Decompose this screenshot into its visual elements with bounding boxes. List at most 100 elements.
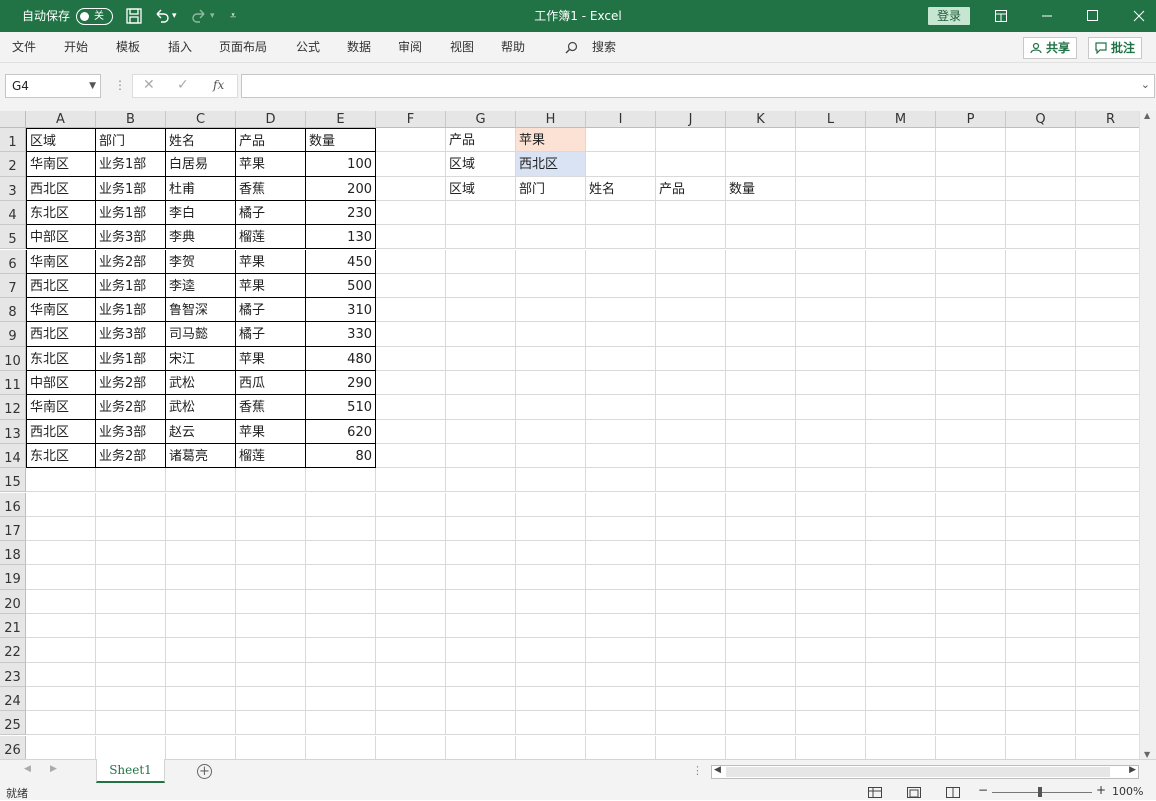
scroll-down-icon[interactable]: ▼: [1144, 750, 1150, 759]
row-header[interactable]: 20: [0, 589, 26, 614]
login-button[interactable]: 登录: [928, 7, 970, 25]
cell[interactable]: [586, 541, 656, 566]
cell[interactable]: [1006, 128, 1076, 153]
cell[interactable]: [96, 638, 166, 663]
cell[interactable]: [306, 638, 376, 663]
column-header[interactable]: E: [306, 111, 376, 128]
cell[interactable]: [516, 468, 586, 493]
cell[interactable]: [376, 249, 446, 274]
cell[interactable]: [376, 322, 446, 347]
cell[interactable]: [516, 541, 586, 566]
cell[interactable]: [166, 711, 236, 736]
cell[interactable]: [1006, 419, 1076, 444]
cell[interactable]: [96, 711, 166, 736]
cell[interactable]: [726, 443, 796, 469]
cell[interactable]: [936, 492, 1006, 517]
formula-input[interactable]: ⌄: [241, 74, 1155, 98]
result-header-cell[interactable]: 部门: [516, 176, 586, 201]
tab-data[interactable]: 数据: [347, 32, 371, 62]
cell[interactable]: [726, 565, 796, 590]
cell[interactable]: [446, 419, 516, 444]
cell[interactable]: [166, 541, 236, 566]
table-cell[interactable]: 480: [306, 346, 376, 371]
cell[interactable]: [1076, 177, 1139, 201]
cell[interactable]: [516, 249, 586, 274]
cell[interactable]: [516, 346, 586, 371]
split-handle-icon[interactable]: ⋮: [692, 764, 703, 777]
cell[interactable]: [166, 662, 236, 687]
cell[interactable]: [866, 128, 936, 153]
cell[interactable]: [586, 152, 656, 177]
cell[interactable]: [586, 492, 656, 517]
add-sheet-icon[interactable]: +: [197, 764, 212, 779]
cell[interactable]: [586, 686, 656, 712]
cell[interactable]: [1076, 274, 1139, 299]
cell[interactable]: [866, 735, 936, 759]
row-header[interactable]: 10: [0, 346, 26, 371]
table-cell[interactable]: 业务1部: [96, 200, 166, 226]
cell[interactable]: [1076, 468, 1139, 493]
cell[interactable]: [586, 249, 656, 274]
cell[interactable]: [1076, 250, 1139, 274]
cell[interactable]: [446, 492, 516, 517]
cell[interactable]: [1076, 541, 1139, 566]
cell[interactable]: [1006, 346, 1076, 371]
cell[interactable]: [376, 225, 446, 250]
table-cell[interactable]: 橘子: [236, 322, 306, 347]
ribbon-display-button[interactable]: [978, 0, 1024, 32]
cell[interactable]: [1006, 152, 1076, 177]
cell[interactable]: [26, 589, 96, 614]
cell[interactable]: [1006, 395, 1076, 420]
cell[interactable]: [446, 346, 516, 371]
cell[interactable]: [236, 468, 306, 493]
cell[interactable]: [96, 565, 166, 590]
cell[interactable]: [446, 638, 516, 663]
cell[interactable]: [726, 541, 796, 566]
table-cell[interactable]: 业务2部: [96, 395, 166, 420]
cell[interactable]: [96, 589, 166, 614]
zoom-level[interactable]: 100%: [1112, 785, 1143, 798]
table-cell[interactable]: 业务1部: [96, 346, 166, 371]
row-header[interactable]: 21: [0, 614, 26, 639]
cell[interactable]: [516, 395, 586, 420]
cell[interactable]: [1006, 225, 1076, 250]
cell[interactable]: [306, 541, 376, 566]
table-cell[interactable]: 230: [306, 200, 376, 226]
table-cell[interactable]: 武松: [166, 371, 236, 396]
cell[interactable]: [586, 614, 656, 639]
table-cell[interactable]: 诸葛亮: [166, 443, 236, 469]
table-cell[interactable]: 部门: [96, 128, 166, 153]
cell[interactable]: [306, 516, 376, 542]
table-cell[interactable]: 业务2部: [96, 443, 166, 469]
cell[interactable]: [936, 200, 1006, 226]
row-header[interactable]: 16: [0, 492, 26, 517]
table-cell[interactable]: 中部区: [26, 225, 96, 250]
cell[interactable]: [1006, 200, 1076, 226]
cell[interactable]: [656, 541, 726, 566]
cell[interactable]: [26, 468, 96, 493]
cell[interactable]: [796, 589, 866, 614]
cell[interactable]: [96, 686, 166, 712]
cell[interactable]: [1006, 322, 1076, 347]
tab-formulas[interactable]: 公式: [296, 32, 320, 62]
cell[interactable]: [166, 516, 236, 542]
cell[interactable]: [726, 298, 796, 323]
table-cell[interactable]: 东北区: [26, 346, 96, 371]
row-header[interactable]: 25: [0, 711, 26, 736]
cell[interactable]: [236, 614, 306, 639]
cell[interactable]: [1006, 614, 1076, 639]
cell[interactable]: [726, 589, 796, 614]
cell[interactable]: [586, 662, 656, 687]
table-cell[interactable]: 李典: [166, 225, 236, 250]
cell[interactable]: [376, 516, 446, 542]
cell[interactable]: [1076, 201, 1139, 226]
cell[interactable]: [306, 662, 376, 687]
cell[interactable]: [866, 662, 936, 687]
cell[interactable]: [236, 492, 306, 517]
cell[interactable]: [446, 200, 516, 226]
cell[interactable]: [376, 686, 446, 712]
cell[interactable]: [866, 371, 936, 396]
cell[interactable]: [656, 735, 726, 759]
next-sheet-icon[interactable]: ▶: [50, 764, 57, 774]
prev-sheet-icon[interactable]: ◀: [24, 764, 31, 774]
